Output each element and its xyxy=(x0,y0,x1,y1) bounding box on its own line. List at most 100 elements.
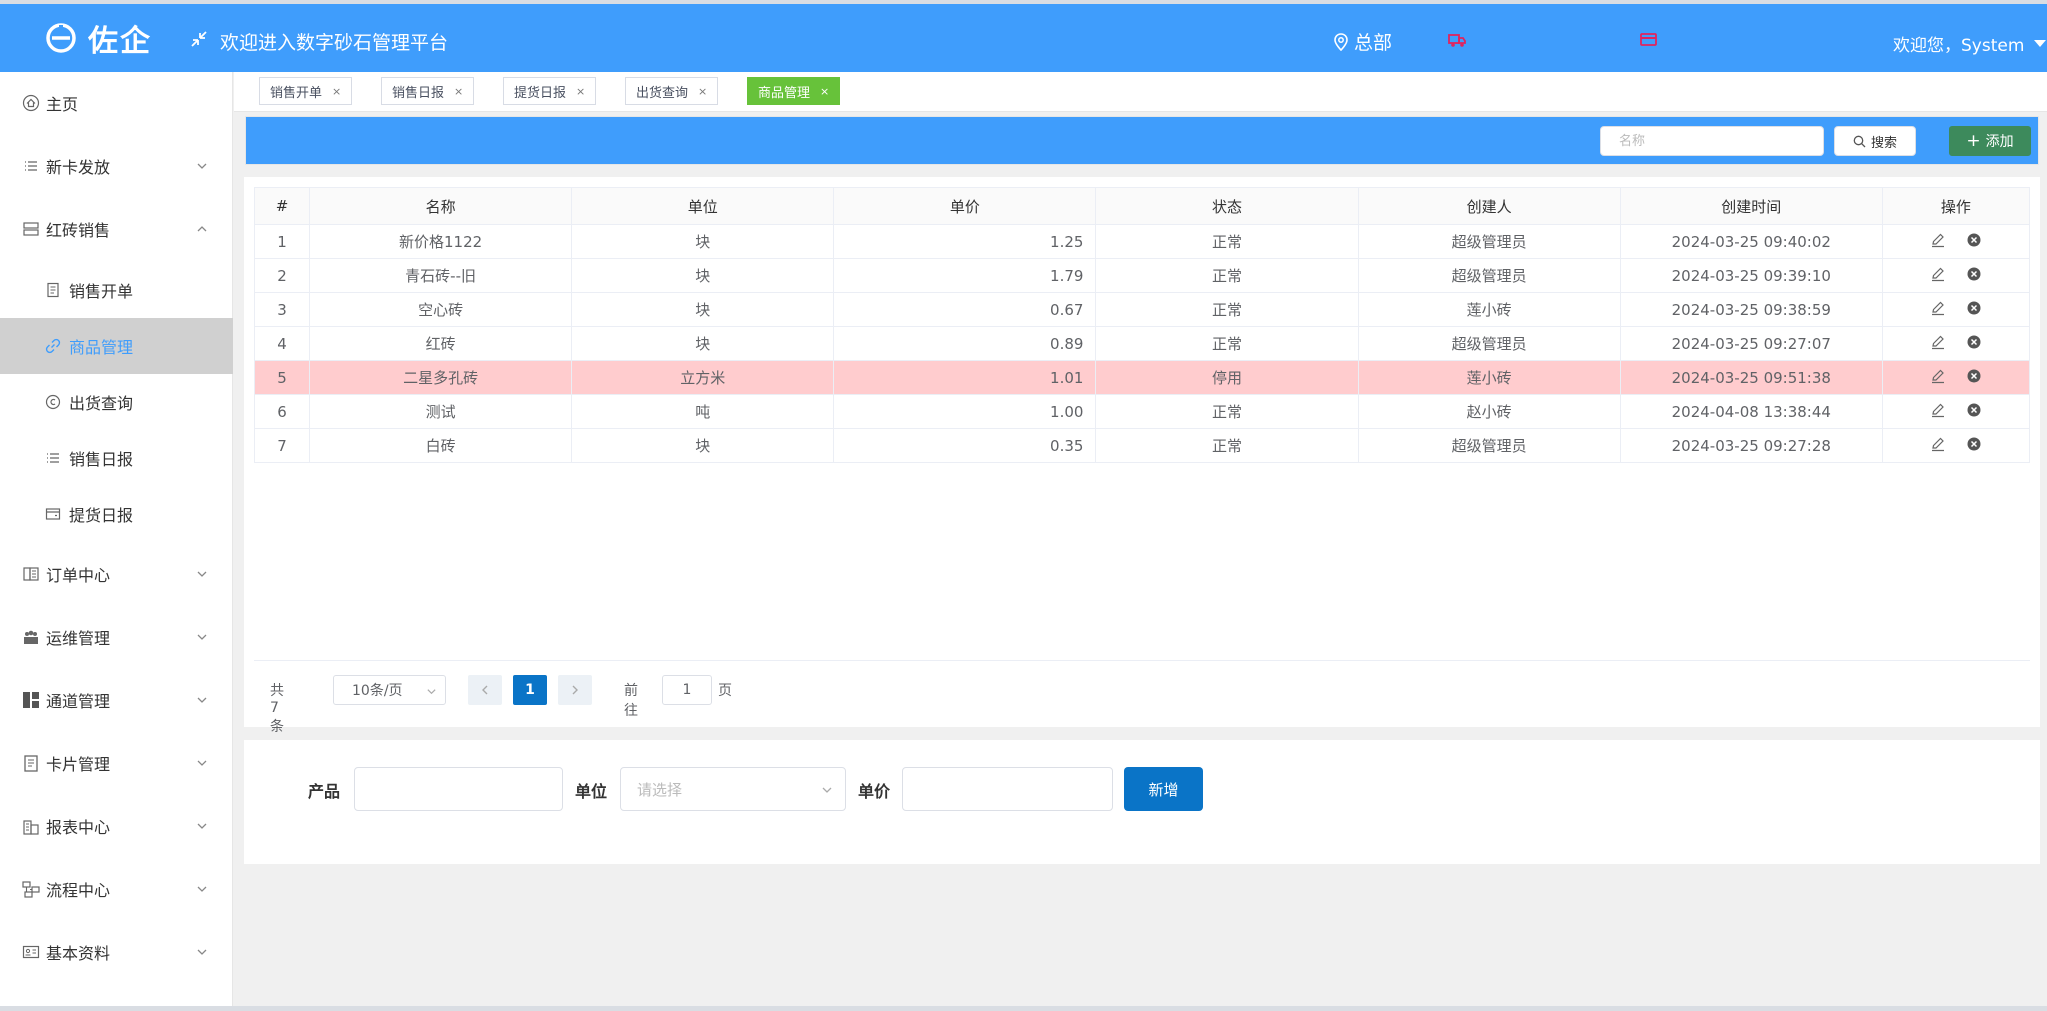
column-header: 操作 xyxy=(1881,187,2031,225)
sidebar-item-process-center[interactable]: 流程中心 xyxy=(0,861,233,917)
card-icon[interactable] xyxy=(1640,32,1657,47)
delete-icon[interactable] xyxy=(1966,334,1982,354)
row-actions xyxy=(1882,258,2031,293)
table-cell: 新价格1122 xyxy=(309,224,573,259)
user-menu[interactable]: 欢迎您，System xyxy=(1893,31,2047,56)
edit-icon[interactable] xyxy=(1930,436,1946,456)
edit-icon[interactable] xyxy=(1930,300,1946,320)
close-icon[interactable]: × xyxy=(454,85,463,98)
delete-icon[interactable] xyxy=(1966,436,1982,456)
search-button[interactable]: 搜索 xyxy=(1834,126,1916,156)
location-selector[interactable]: 总部 xyxy=(1334,28,1392,55)
close-icon[interactable]: × xyxy=(820,85,829,98)
sidebar-item-brick-sales[interactable]: 红砖销售 xyxy=(0,201,233,257)
page-size-select[interactable]: 10条/页 xyxy=(333,675,446,705)
edit-icon[interactable] xyxy=(1930,368,1946,388)
table-cell: 测试 xyxy=(309,394,573,429)
price-input[interactable] xyxy=(902,767,1113,811)
table-cell: 超级管理员 xyxy=(1358,224,1621,259)
table-cell: 正常 xyxy=(1095,258,1359,293)
grid-icon xyxy=(23,692,39,708)
goto-page-input[interactable] xyxy=(662,675,712,705)
plus-icon: + xyxy=(1966,130,1981,151)
prev-page-button[interactable] xyxy=(468,675,502,705)
chevron-down-icon xyxy=(197,163,207,169)
table-row[interactable]: 6 测试吨 1.00 正常 赵小砖 2024-04-08 13:38:44 xyxy=(253,394,2031,429)
table-row[interactable]: 2 青石砖--旧块 1.79 正常 超级管理员 2024-03-25 09:39:10 xyxy=(253,258,2031,293)
add-new-button[interactable]: 新增 xyxy=(1124,767,1203,811)
table-row[interactable]: 5 二星多孔砖 立方米 1.01 停用 莲小砖 2024-03-25 09:51:38 xyxy=(253,360,2031,395)
table-cell: 赵小砖 xyxy=(1358,394,1621,429)
sidebar-item-sales-order[interactable]: 销售开单 xyxy=(0,262,233,318)
table-footer-divider xyxy=(254,660,2030,661)
unit-select[interactable]: 请选择 xyxy=(620,767,846,811)
delete-icon[interactable] xyxy=(1966,368,1982,388)
name-search-input[interactable] xyxy=(1600,126,1824,156)
sidebar: 主页 新卡发放 红砖销售 销售开单 商品管理 出货查询 销售日报 提货日报 订单… xyxy=(0,72,233,1011)
close-icon[interactable]: × xyxy=(332,85,341,98)
location-pin-icon xyxy=(1334,32,1348,51)
close-icon[interactable]: × xyxy=(576,85,585,98)
chevron-right-icon xyxy=(572,685,578,695)
sidebar-item-report-center[interactable]: 报表中心 xyxy=(0,798,233,854)
table-row[interactable]: 4 红砖块 0.89 正常 超级管理员 2024-03-25 09:27:07 xyxy=(253,326,2031,361)
page-number-button[interactable]: 1 xyxy=(513,675,547,705)
book-icon xyxy=(23,567,39,581)
platform-title: 欢迎进入数字砂石管理平台 xyxy=(220,32,449,54)
sidebar-item-pickup-daily[interactable]: 提货日报 xyxy=(0,486,233,542)
sidebar-item-product-management[interactable]: 商品管理 xyxy=(0,318,233,374)
table-row[interactable]: 3 空心砖块 0.67 正常 莲小砖 2024-03-25 09:38:59 xyxy=(253,292,2031,327)
product-table-card: # 名称 单位 单价 状态 创建人 创建时间 操作 1 新价格1122 块 1.25 正常 超级管理员 2… xyxy=(244,177,2040,727)
sidebar-item-channel-management[interactable]: 通道管理 xyxy=(0,672,233,728)
product-input[interactable] xyxy=(354,767,563,811)
collapse-sidebar-icon[interactable] xyxy=(190,30,208,48)
row-actions xyxy=(1882,326,2031,361)
sidebar-item-home[interactable]: 主页 xyxy=(0,75,233,131)
chevron-down-icon xyxy=(197,949,207,955)
sidebar-item-new-card[interactable]: 新卡发放 xyxy=(0,138,233,194)
close-icon[interactable]: × xyxy=(698,85,707,98)
edit-icon[interactable] xyxy=(1930,402,1946,422)
table-cell: 块 xyxy=(571,326,835,361)
delete-icon[interactable] xyxy=(1966,232,1982,252)
list-icon xyxy=(25,161,37,171)
add-button[interactable]: + 添加 xyxy=(1949,126,2031,156)
delete-icon[interactable] xyxy=(1966,402,1982,422)
sidebar-item-ops-management[interactable]: 运维管理 xyxy=(0,609,233,665)
delete-icon[interactable] xyxy=(1966,266,1982,286)
table-row[interactable]: 1 新价格1122 块 1.25 正常 超级管理员 2024-03-25 09:40:02 xyxy=(253,224,2031,259)
next-page-button[interactable] xyxy=(558,675,592,705)
home-icon xyxy=(22,94,40,112)
column-header: 单位 xyxy=(571,187,835,225)
table-cell: 2024-03-25 09:39:10 xyxy=(1620,258,1883,293)
chevron-down-icon xyxy=(197,823,207,829)
row-actions xyxy=(1882,224,2031,259)
table-cell: 5 xyxy=(253,360,311,395)
tab-pickup-daily[interactable]: 提货日报 × xyxy=(503,77,597,105)
tab-product-management[interactable]: 商品管理 × xyxy=(747,77,841,105)
tab-sales-order[interactable]: 销售开单 × xyxy=(259,77,353,105)
sidebar-item-sales-daily[interactable]: 销售日报 xyxy=(0,430,233,486)
edit-icon[interactable] xyxy=(1930,334,1946,354)
chevron-down-icon xyxy=(197,886,207,892)
tab-shipment-query[interactable]: 出货查询 × xyxy=(625,77,719,105)
sidebar-item-card-management[interactable]: 卡片管理 xyxy=(0,735,233,791)
sidebar-item-shipment-query[interactable]: 出货查询 xyxy=(0,374,233,430)
tab-sales-daily[interactable]: 销售日报 × xyxy=(381,77,475,105)
unit-label: 单位 xyxy=(575,782,608,801)
goto-label: 前往 xyxy=(624,683,638,719)
truck-icon[interactable] xyxy=(1448,32,1466,48)
table-cell: 超级管理员 xyxy=(1358,326,1621,361)
clipboard-icon xyxy=(24,755,38,772)
table-cell: 0.89 xyxy=(833,326,1097,361)
table-cell: 正常 xyxy=(1095,428,1359,463)
chevron-down-icon xyxy=(197,697,207,703)
table-cell: 吨 xyxy=(571,394,835,429)
edit-icon[interactable] xyxy=(1930,232,1946,252)
sidebar-item-order-center[interactable]: 订单中心 xyxy=(0,546,233,602)
table-row[interactable]: 7 白砖块 0.35 正常 超级管理员 2024-03-25 09:27:28 xyxy=(253,428,2031,463)
edit-icon[interactable] xyxy=(1930,266,1946,286)
sidebar-item-basic-info[interactable]: 基本资料 xyxy=(0,924,233,980)
delete-icon[interactable] xyxy=(1966,300,1982,320)
table-cell: 二星多孔砖 xyxy=(309,360,573,395)
